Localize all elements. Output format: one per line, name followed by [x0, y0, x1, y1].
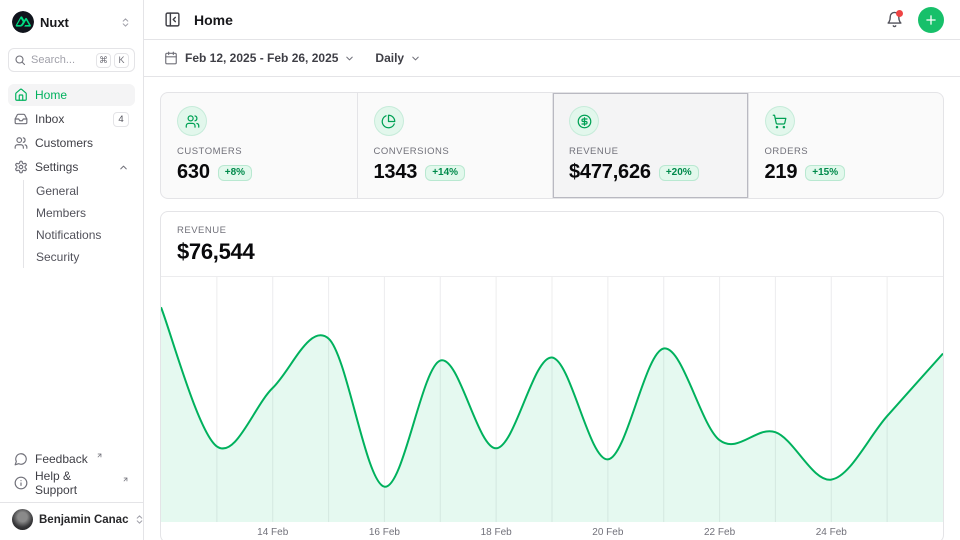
sidebar-item-label: Settings: [35, 160, 111, 174]
sidebar-item-label: Home: [35, 88, 129, 102]
sidebar-item-settings[interactable]: Settings: [8, 156, 135, 178]
sidebar-item-home[interactable]: Home: [8, 84, 135, 106]
kbd-cmd: ⌘: [96, 53, 111, 68]
external-link-icon: [122, 476, 129, 483]
pie-chart-icon: [374, 106, 404, 136]
main-area: Home Feb 12, 2025 - Feb 26, 2025: [144, 0, 960, 540]
filter-toolbar: Feb 12, 2025 - Feb 26, 2025 Daily: [144, 40, 960, 77]
sidebar-item-members[interactable]: Members: [36, 202, 135, 224]
sidebar-item-label: Customers: [35, 136, 129, 150]
x-axis-label: 20 Feb: [592, 527, 623, 538]
revenue-chart-card: REVENUE $76,544 14 Feb 16 Feb 18 Feb 20 Feb…: [160, 211, 944, 540]
external-link-icon: [96, 452, 103, 459]
stat-label: CONVERSIONS: [374, 146, 537, 157]
search-shortcut: ⌘ K: [96, 53, 129, 68]
calendar-icon: [164, 51, 178, 65]
inbox-count-badge: 4: [113, 112, 129, 127]
stat-delta-badge: +14%: [425, 165, 465, 181]
chevron-down-icon: [410, 53, 421, 64]
page-title: Home: [194, 12, 233, 28]
sidebar-item-label: Inbox: [35, 112, 106, 126]
team-switcher[interactable]: Nuxt: [8, 8, 135, 36]
stat-value: 219: [765, 161, 798, 184]
search-icon: [14, 54, 26, 66]
stat-delta-badge: +8%: [218, 165, 252, 181]
team-name: Nuxt: [40, 15, 114, 30]
search-placeholder: Search...: [31, 54, 91, 66]
stats-row: CUSTOMERS 630 +8% CONVERSIONS 1343 +14%: [160, 92, 944, 199]
stat-delta-badge: +20%: [659, 165, 699, 181]
avatar: [12, 509, 33, 530]
notification-dot: [896, 10, 903, 17]
stat-value: 630: [177, 161, 210, 184]
stat-label: ORDERS: [765, 146, 928, 157]
help-support-link[interactable]: Help & Support: [8, 472, 135, 494]
help-support-label: Help & Support: [35, 469, 114, 497]
dashboard: Nuxt Search... ⌘ K Home: [0, 0, 960, 540]
user-name: Benjamin Canac: [39, 514, 128, 526]
x-axis-labels: 14 Feb 16 Feb 18 Feb 20 Feb 22 Feb 24 Feb: [161, 522, 943, 540]
search-input[interactable]: Search... ⌘ K: [8, 48, 135, 72]
sidebar-item-security[interactable]: Security: [36, 246, 135, 268]
page-content: CUSTOMERS 630 +8% CONVERSIONS 1343 +14%: [144, 77, 960, 540]
stat-card-orders[interactable]: ORDERS 219 +15%: [748, 93, 944, 198]
stat-delta-badge: +15%: [805, 165, 845, 181]
chart-value: $76,544: [177, 239, 927, 265]
page-header: Home: [144, 0, 960, 40]
x-axis-label: 16 Feb: [369, 527, 400, 538]
granularity-value: Daily: [375, 51, 404, 65]
revenue-chart[interactable]: [161, 277, 943, 522]
inbox-icon: [14, 112, 28, 126]
cart-icon: [765, 106, 795, 136]
sidebar-item-general[interactable]: General: [36, 180, 135, 202]
feedback-label: Feedback: [35, 452, 88, 466]
date-range-value: Feb 12, 2025 - Feb 26, 2025: [185, 51, 338, 65]
kbd-k: K: [114, 53, 129, 68]
users-icon: [14, 136, 28, 150]
granularity-select[interactable]: Daily: [367, 46, 429, 70]
plus-icon: [924, 13, 938, 27]
x-axis-label: 18 Feb: [481, 527, 512, 538]
stat-value: $477,626: [569, 161, 651, 184]
stat-value: 1343: [374, 161, 418, 184]
nuxt-logo-icon: [12, 11, 34, 33]
settings-sub-list: General Members Notifications Security: [23, 180, 135, 268]
sidebar-item-notifications[interactable]: Notifications: [36, 224, 135, 246]
house-icon: [14, 88, 28, 102]
collapse-sidebar-button[interactable]: [160, 8, 184, 32]
stat-card-customers[interactable]: CUSTOMERS 630 +8%: [161, 93, 357, 198]
sidebar-item-inbox[interactable]: Inbox 4: [8, 108, 135, 130]
info-icon: [14, 476, 28, 490]
chevron-down-icon: [344, 53, 355, 64]
stat-label: CUSTOMERS: [177, 146, 341, 157]
stat-card-conversions[interactable]: CONVERSIONS 1343 +14%: [357, 93, 553, 198]
speech-bubble-icon: [14, 452, 28, 466]
stat-card-revenue[interactable]: REVENUE $477,626 +20%: [552, 93, 748, 198]
notifications-button[interactable]: [880, 6, 908, 34]
stat-label: REVENUE: [569, 146, 732, 157]
panel-left-close-icon: [164, 11, 181, 28]
x-axis-label: 14 Feb: [257, 527, 288, 538]
user-menu[interactable]: Benjamin Canac: [8, 503, 135, 532]
chart-header: REVENUE $76,544: [161, 212, 943, 277]
dollar-circle-icon: [569, 106, 599, 136]
sidebar-nav: Home Inbox 4 Customers Settings: [8, 84, 135, 268]
sidebar-item-customers[interactable]: Customers: [8, 132, 135, 154]
users-icon: [177, 106, 207, 136]
revenue-chart-svg: [161, 277, 943, 522]
chevron-up-icon: [118, 162, 129, 173]
chart-label: REVENUE: [177, 225, 927, 236]
gear-icon: [14, 160, 28, 174]
x-axis-label: 24 Feb: [816, 527, 847, 538]
feedback-link[interactable]: Feedback: [8, 448, 135, 470]
chevrons-up-down-icon: [120, 17, 131, 28]
sidebar-footer-links: Feedback Help & Support: [8, 448, 135, 494]
sidebar: Nuxt Search... ⌘ K Home: [0, 0, 144, 540]
date-range-picker[interactable]: Feb 12, 2025 - Feb 26, 2025: [156, 46, 363, 70]
add-button[interactable]: [918, 7, 944, 33]
x-axis-label: 22 Feb: [704, 527, 735, 538]
